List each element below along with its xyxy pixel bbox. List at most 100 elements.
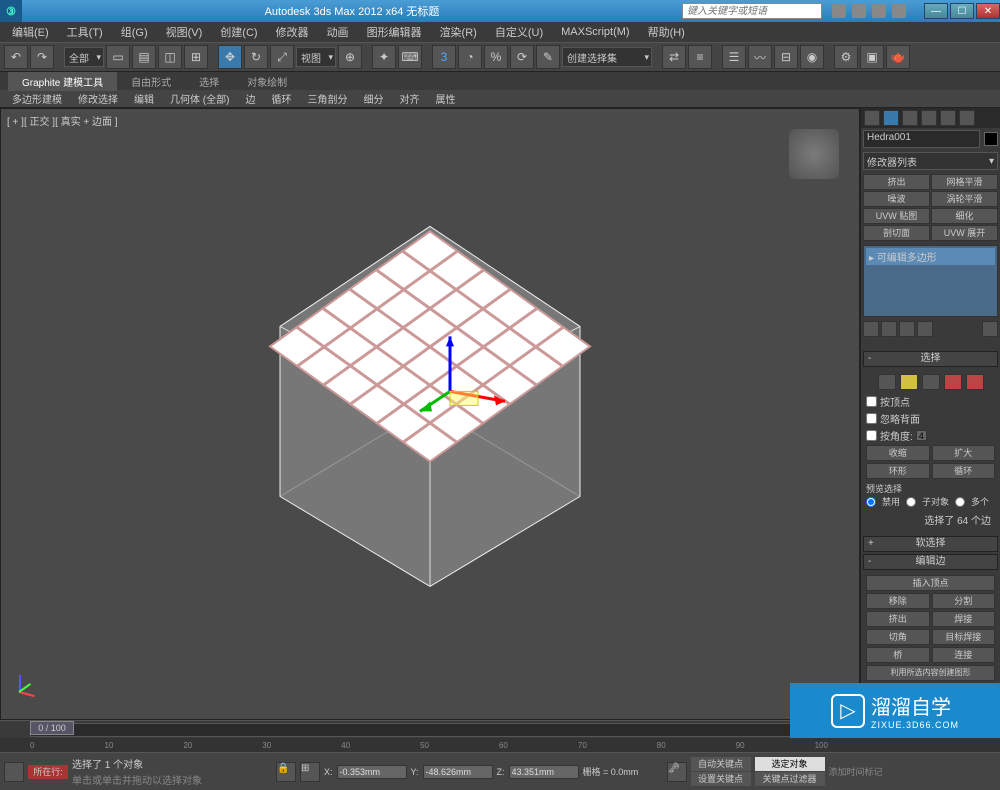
insert-vertex-button[interactable]: 插入顶点 xyxy=(866,575,995,591)
select-button[interactable]: ▭ xyxy=(106,45,130,69)
ribbon-tab-paint[interactable]: 对象绘制 xyxy=(233,72,301,91)
btn-uvwmap[interactable]: UVW 贴图 xyxy=(863,208,930,224)
viewport[interactable]: [ + ][ 正交 ][ 真实 + 边面 ] xyxy=(0,108,860,720)
ribbon-subdiv[interactable]: 细分 xyxy=(355,89,391,108)
time-slider[interactable]: 0 / 100 xyxy=(30,721,74,735)
rollout-selection[interactable]: 选择 xyxy=(863,351,998,367)
object-name-field[interactable]: Hedra001 xyxy=(863,130,980,148)
spinner-snap-button[interactable]: ⟳ xyxy=(510,45,534,69)
loop-button[interactable]: 循环 xyxy=(932,463,996,479)
star-icon[interactable] xyxy=(852,4,866,18)
layers-button[interactable]: ☰ xyxy=(722,45,746,69)
undo-button[interactable]: ↶ xyxy=(4,45,28,69)
move-button[interactable]: ✥ xyxy=(218,45,242,69)
subobj-edge-icon[interactable] xyxy=(900,374,918,390)
chamfer-button[interactable]: 切角 xyxy=(866,629,930,645)
auto-key-button[interactable]: 自动关键点 xyxy=(691,757,751,771)
selection-filter-dropdown[interactable]: 全部 xyxy=(64,47,104,67)
ribbon-tab-selection[interactable]: 选择 xyxy=(185,72,233,91)
ribbon-modify-sel[interactable]: 修改选择 xyxy=(70,89,126,108)
weld-button[interactable]: 焊接 xyxy=(932,611,996,627)
preview-multi-radio[interactable] xyxy=(955,497,965,507)
viewport-object[interactable] xyxy=(250,216,610,596)
cube-icon[interactable] xyxy=(872,4,886,18)
unique-icon[interactable] xyxy=(899,321,915,337)
angle-spinner[interactable] xyxy=(916,430,927,441)
rollout-soft-selection[interactable]: 软选择 xyxy=(863,536,998,552)
menu-maxscript[interactable]: MAXScript(M) xyxy=(553,24,637,40)
menu-tools[interactable]: 工具(T) xyxy=(59,22,111,42)
preview-off-radio[interactable] xyxy=(866,497,876,507)
snap-button[interactable]: 3 xyxy=(432,45,456,69)
create-shape-button[interactable]: 利用所选内容创建图形 xyxy=(866,665,995,681)
ribbon-tab-graphite[interactable]: Graphite 建模工具 xyxy=(8,72,117,91)
select-region-button[interactable]: ◫ xyxy=(158,45,182,69)
remove-mod-icon[interactable] xyxy=(917,321,933,337)
create-tab-icon[interactable] xyxy=(864,110,880,126)
preview-subobj-radio[interactable] xyxy=(906,497,916,507)
btn-slice[interactable]: 剖切面 xyxy=(863,225,930,241)
stack-item-editable-poly[interactable]: ▸ 可编辑多边形 xyxy=(866,248,995,265)
script-listener-icon[interactable] xyxy=(4,762,24,782)
render-setup-button[interactable]: ⚙ xyxy=(834,45,858,69)
configure-icon[interactable] xyxy=(982,321,998,337)
ribbon-poly-model[interactable]: 多边形建模 xyxy=(4,89,70,108)
subobj-vertex-icon[interactable] xyxy=(878,374,896,390)
window-crossing-button[interactable]: ⊞ xyxy=(184,45,208,69)
select-name-button[interactable]: ▤ xyxy=(132,45,156,69)
edit-selection-button[interactable]: ✎ xyxy=(536,45,560,69)
curve-editor-button[interactable]: 〰 xyxy=(748,45,772,69)
schematic-button[interactable]: ⊟ xyxy=(774,45,798,69)
viewport-label[interactable]: [ + ][ 正交 ][ 真实 + 边面 ] xyxy=(7,113,118,128)
menu-animation[interactable]: 动画 xyxy=(319,22,357,42)
mirror-button[interactable]: ⇄ xyxy=(662,45,686,69)
shrink-button[interactable]: 收缩 xyxy=(866,445,930,461)
info-icon[interactable] xyxy=(892,4,906,18)
ignore-back-checkbox[interactable] xyxy=(866,413,877,424)
ring-button[interactable]: 环形 xyxy=(866,463,930,479)
ribbon-tri[interactable]: 三角剖分 xyxy=(299,89,355,108)
ribbon-align[interactable]: 对齐 xyxy=(391,89,427,108)
search-input[interactable] xyxy=(682,3,822,19)
sel-set-dropdown[interactable]: 选定对象 xyxy=(755,757,825,771)
menu-help[interactable]: 帮助(H) xyxy=(640,22,693,42)
menu-group[interactable]: 组(G) xyxy=(113,22,156,42)
time-tag-icon[interactable]: 🗝 xyxy=(667,762,687,782)
menu-customize[interactable]: 自定义(U) xyxy=(487,22,551,42)
pivot-button[interactable]: ⊕ xyxy=(338,45,362,69)
percent-snap-button[interactable]: % xyxy=(484,45,508,69)
redo-button[interactable]: ↷ xyxy=(30,45,54,69)
menu-modifiers[interactable]: 修改器 xyxy=(268,22,317,42)
rollout-edit-edges[interactable]: 编辑边 xyxy=(863,554,998,570)
by-angle-checkbox[interactable] xyxy=(866,430,877,441)
rotate-button[interactable]: ↻ xyxy=(244,45,268,69)
keyboard-button[interactable]: ⌨ xyxy=(398,45,422,69)
motion-tab-icon[interactable] xyxy=(921,110,937,126)
ribbon-geometry[interactable]: 几何体 (全部) xyxy=(162,89,237,108)
by-vertex-checkbox[interactable] xyxy=(866,396,877,407)
scale-button[interactable]: ⤢ xyxy=(270,45,294,69)
subobj-border-icon[interactable] xyxy=(922,374,940,390)
modifier-stack[interactable]: ▸ 可编辑多边形 xyxy=(863,245,998,317)
menu-edit[interactable]: 编辑(E) xyxy=(4,22,57,42)
remove-button[interactable]: 移除 xyxy=(866,593,930,609)
render-button[interactable]: 🫖 xyxy=(886,45,910,69)
btn-unwrap[interactable]: UVW 展开 xyxy=(931,225,998,241)
ribbon-loop[interactable]: 循环 xyxy=(263,89,299,108)
pin-stack-icon[interactable] xyxy=(863,321,879,337)
material-button[interactable]: ◉ xyxy=(800,45,824,69)
x-coord-input[interactable] xyxy=(337,765,407,779)
btn-noise[interactable]: 噪波 xyxy=(863,191,930,207)
show-end-icon[interactable] xyxy=(881,321,897,337)
align-button[interactable]: ≡ xyxy=(688,45,712,69)
viewcube-icon[interactable] xyxy=(789,129,839,179)
connect-button[interactable]: 连接 xyxy=(932,647,996,663)
hierarchy-tab-icon[interactable] xyxy=(902,110,918,126)
render-frame-button[interactable]: ▣ xyxy=(860,45,884,69)
ribbon-tab-freeform[interactable]: 自由形式 xyxy=(117,72,185,91)
set-key-button[interactable]: 设置关键点 xyxy=(691,772,751,786)
angle-snap-button[interactable]: ◔ xyxy=(458,45,482,69)
lock-icon[interactable]: 🔒 xyxy=(276,762,296,782)
bridge-button[interactable]: 桥 xyxy=(866,647,930,663)
ribbon-props[interactable]: 属性 xyxy=(427,89,463,108)
